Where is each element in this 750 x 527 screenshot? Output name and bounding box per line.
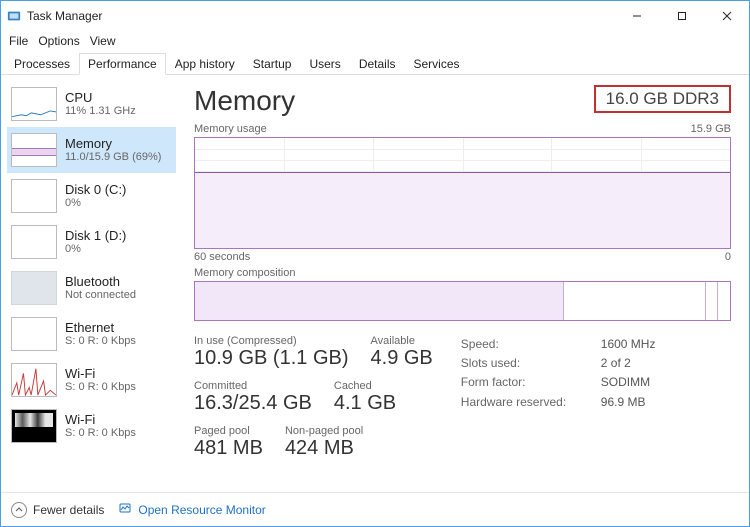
sidebar-item-label: Disk 0 (C:) [65,182,126,198]
sidebar-item-sub: 11.0/15.9 GB (69%) [65,151,161,164]
chevron-up-icon [11,502,27,518]
sidebar-item-disk-1[interactable]: Disk 1 (D:) 0% [7,219,176,265]
wifi-thumb-icon [11,363,57,397]
sidebar-item-wifi-2[interactable]: Wi-Fi S: 0 R: 0 Kbps [7,403,176,449]
sidebar-item-sub: S: 0 R: 0 Kbps [65,381,136,394]
nonpaged-label: Non-paged pool [285,425,363,437]
in-use-value: 10.9 GB (1.1 GB) [194,347,349,370]
sidebar-item-ethernet[interactable]: Ethernet S: 0 R: 0 Kbps [7,311,176,357]
disk-thumb-icon [11,225,57,259]
content: CPU 11% 1.31 GHz Memory 11.0/15.9 GB (69… [1,75,749,492]
sidebar-item-label: Bluetooth [65,274,136,290]
tab-details[interactable]: Details [350,53,405,74]
bluetooth-thumb-icon [11,271,57,305]
ethernet-thumb-icon [11,317,57,351]
tab-startup[interactable]: Startup [244,53,301,74]
tabbar: Processes Performance App history Startu… [1,51,749,75]
nonpaged-value: 424 MB [285,437,363,460]
menu-file[interactable]: File [9,34,28,48]
cached-label: Cached [334,380,396,392]
tab-app-history[interactable]: App history [166,53,244,74]
sidebar-item-sub: S: 0 R: 0 Kbps [65,427,136,440]
close-button[interactable] [704,1,749,31]
available-label: Available [371,335,433,347]
sidebar-item-disk-0[interactable]: Disk 0 (C:) 0% [7,173,176,219]
disk-thumb-icon [11,179,57,213]
cached-value: 4.1 GB [334,392,396,415]
sidebar-item-label: Memory [65,136,161,152]
fewer-details-label: Fewer details [33,503,104,517]
main-panel: Memory 16.0 GB DDR3 Memory usage 15.9 GB… [176,75,749,492]
open-resource-monitor-link[interactable]: Open Resource Monitor [118,501,265,518]
speed-label: Speed: [461,335,571,354]
menubar: File Options View [1,31,749,51]
sidebar: CPU 11% 1.31 GHz Memory 11.0/15.9 GB (69… [1,75,176,492]
sidebar-item-sub: 11% 1.31 GHz [65,105,136,118]
committed-label: Committed [194,380,312,392]
open-resource-monitor-label: Open Resource Monitor [138,503,265,517]
sidebar-item-memory[interactable]: Memory 11.0/15.9 GB (69%) [7,127,176,173]
hwres-value: 96.9 MB [601,393,646,412]
menu-view[interactable]: View [90,34,116,48]
task-manager-icon [7,9,21,23]
paged-value: 481 MB [194,437,263,460]
memory-details-table: Speed: 1600 MHz Slots used: 2 of 2 Form fa… [461,335,656,460]
sidebar-item-sub: 0% [65,197,126,210]
hwres-label: Hardware reserved: [461,393,571,412]
slots-label: Slots used: [461,354,571,373]
composition-label: Memory composition [194,267,731,279]
maximize-button[interactable] [659,1,704,31]
usage-chart-max: 15.9 GB [691,123,731,135]
sidebar-item-label: Wi-Fi [65,366,136,382]
memory-thumb-icon [11,133,57,167]
sidebar-item-label: CPU [65,90,136,106]
usage-chart-label: Memory usage [194,123,267,135]
sidebar-item-label: Wi-Fi [65,412,136,428]
sidebar-item-label: Ethernet [65,320,136,336]
cpu-thumb-icon [11,87,57,121]
sidebar-item-sub: 0% [65,243,126,256]
titlebar[interactable]: Task Manager [1,1,749,31]
memory-composition-chart[interactable] [194,281,731,321]
metrics: In use (Compressed) 10.9 GB (1.1 GB) Ava… [194,335,731,460]
fewer-details-button[interactable]: Fewer details [11,502,104,518]
menu-options[interactable]: Options [38,34,79,48]
window-title: Task Manager [27,9,614,23]
axis-end: 0 [725,251,731,263]
tab-processes[interactable]: Processes [5,53,79,74]
sidebar-item-bluetooth[interactable]: Bluetooth Not connected [7,265,176,311]
available-value: 4.9 GB [371,347,433,370]
in-use-label: In use (Compressed) [194,335,349,347]
tab-performance[interactable]: Performance [79,53,166,75]
tab-users[interactable]: Users [300,53,349,74]
sidebar-item-cpu[interactable]: CPU 11% 1.31 GHz [7,81,176,127]
speed-value: 1600 MHz [601,335,656,354]
wifi-thumb-icon [11,409,57,443]
sidebar-item-wifi-1[interactable]: Wi-Fi S: 0 R: 0 Kbps [7,357,176,403]
form-factor-value: SODIMM [601,373,650,392]
resource-monitor-icon [118,501,132,518]
committed-value: 16.3/25.4 GB [194,392,312,415]
tab-services[interactable]: Services [405,53,469,74]
page-title: Memory [194,85,295,117]
sidebar-item-sub: S: 0 R: 0 Kbps [65,335,136,348]
form-factor-label: Form factor: [461,373,571,392]
memory-usage-chart[interactable] [194,137,731,249]
axis-start: 60 seconds [194,251,250,263]
memory-spec-badge: 16.0 GB DDR3 [594,85,731,113]
sidebar-item-sub: Not connected [65,289,136,302]
slots-value: 2 of 2 [601,354,631,373]
window-controls [614,1,749,31]
paged-label: Paged pool [194,425,263,437]
task-manager-window: Task Manager File Options View Processes… [0,0,750,527]
footer: Fewer details Open Resource Monitor [1,492,749,526]
sidebar-item-label: Disk 1 (D:) [65,228,126,244]
minimize-button[interactable] [614,1,659,31]
